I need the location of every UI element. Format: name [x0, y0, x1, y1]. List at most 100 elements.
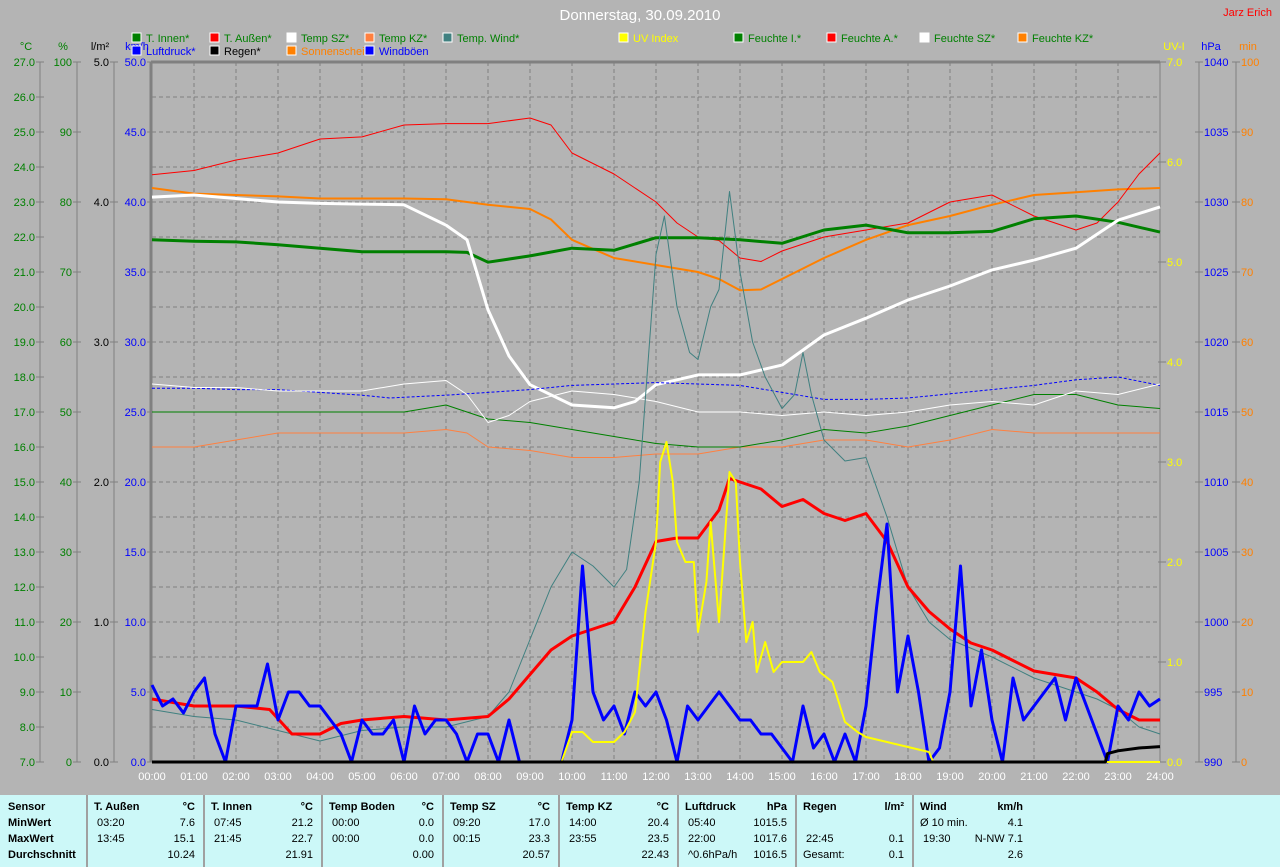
axis-tick-label-kmh: 40.0 [125, 197, 146, 209]
stats-group-header: Regen [803, 801, 837, 813]
stats-row-label: Durchschnitt [8, 849, 76, 861]
stats-group-unit: °C [656, 801, 669, 813]
x-tick-label: 11:00 [601, 771, 628, 783]
axis-tick-label-kmh: 30.0 [125, 337, 146, 349]
axis-tick-label-C: 15.0 [14, 477, 35, 489]
x-tick-label: 08:00 [474, 771, 502, 783]
axis-tick-label-uv: 4.0 [1167, 357, 1182, 369]
x-tick-label: 22:00 [1062, 771, 1090, 783]
stats-group-header: Temp Boden [329, 801, 395, 813]
axis-tick-label-C: 26.0 [14, 92, 35, 104]
x-tick-label: 10:00 [558, 771, 586, 783]
axis-tick-label-C: 12.0 [14, 582, 35, 594]
axis-tick-label-C: 7.0 [20, 757, 35, 769]
x-tick-label: 16:00 [810, 771, 838, 783]
axis-tick-label-hpa: 1000 [1204, 617, 1228, 629]
axis-tick-label-hpa: 990 [1204, 757, 1222, 769]
stats-value: 15.1 [173, 833, 195, 845]
stats-value: 0.00 [412, 849, 434, 861]
axis-tick-label-lm2: 1.0 [94, 617, 109, 629]
stats-time: 23:55 [569, 833, 597, 845]
stats-group-header: T. Innen [211, 801, 252, 813]
stats-time: 00:15 [453, 833, 481, 845]
axis-tick-label-pct: 20 [60, 617, 72, 629]
axis-tick-label-hpa: 1030 [1204, 197, 1228, 209]
axis-tick-label-min: 50 [1241, 407, 1253, 419]
stats-group: Temp Boden °C 00:00 0.0 00:00 0.0 0.00 [322, 795, 444, 867]
legend-swatch [733, 32, 744, 43]
stats-value: 0.1 [888, 833, 904, 845]
axis-tick-label-C: 24.0 [14, 162, 35, 174]
legend-label: T. Außen* [224, 33, 272, 45]
stats-time: 07:45 [214, 817, 242, 829]
axis-tick-label-C: 17.0 [14, 407, 35, 419]
stats-time: 22:45 [806, 833, 834, 845]
axis-tick-label-kmh: 35.0 [125, 267, 146, 279]
legend-swatch [364, 32, 375, 43]
legend-swatch [442, 32, 453, 43]
axis-unit-pct: % [58, 41, 68, 53]
legend-label: Feuchte KZ* [1032, 33, 1094, 45]
legend-label: Temp KZ* [379, 33, 428, 45]
x-tick-label: 04:00 [306, 771, 334, 783]
x-tick-label: 21:00 [1020, 771, 1048, 783]
legend-swatch [131, 32, 142, 43]
axis-tick-label-C: 9.0 [20, 687, 35, 699]
axis-tick-label-min: 10 [1241, 687, 1253, 699]
axis-tick-label-hpa: 1005 [1204, 547, 1228, 559]
stats-group-header: Wind [920, 801, 947, 813]
stats-row-label: MaxWert [8, 833, 54, 845]
x-tick-label: 15:00 [768, 771, 796, 783]
stats-value: 1016.5 [753, 849, 787, 861]
axis-tick-label-pct: 40 [60, 477, 72, 489]
axis-unit-lm2: l/m² [91, 41, 110, 53]
axes: °C 7.0 8.0 9.0 10.0 11.0 12.0 13.0 14.0 15.0 16.0 1… [14, 41, 1260, 769]
axis-tick-label-hpa: 1015 [1204, 407, 1228, 419]
stats-group-header: Luftdruck [685, 801, 736, 813]
stats-group-header: T. Außen [94, 801, 140, 813]
axis-tick-label-C: 25.0 [14, 127, 35, 139]
legend-swatch [826, 32, 837, 43]
stats-time: 21:45 [214, 833, 242, 845]
axis-tick-label-min: 60 [1241, 337, 1253, 349]
stats-group-unit: l/m² [884, 801, 904, 813]
axis-tick-label-min: 80 [1241, 197, 1253, 209]
legend-swatch [209, 45, 220, 56]
legend-swatch [209, 32, 220, 43]
stats-value: 10.24 [167, 849, 195, 861]
axis-tick-label-uv: 5.0 [1167, 257, 1182, 269]
stats-time: 22:00 [688, 833, 716, 845]
axis-tick-label-pct: 80 [60, 197, 72, 209]
legend-label: Sonnenschein [301, 46, 371, 58]
legend-label: Feuchte I.* [748, 33, 802, 45]
stats-group-unit: hPa [766, 801, 787, 813]
axis-tick-label-C: 23.0 [14, 197, 35, 209]
axis-tick-label-pct: 30 [60, 547, 72, 559]
x-tick-label: 07:00 [432, 771, 460, 783]
axis-tick-label-lm2: 0.0 [94, 757, 109, 769]
stats-group: Wind km/h Ø 10 min. 4.1 19:30 N-NW 7.1 2.6 [913, 795, 1031, 867]
legend-label: Feuchte SZ* [934, 33, 996, 45]
legend-swatch [919, 32, 930, 43]
axis-tick-label-kmh: 45.0 [125, 127, 146, 139]
legend-label: Temp SZ* [301, 33, 350, 45]
axis-tick-label-kmh: 10.0 [125, 617, 146, 629]
axis-tick-label-hpa: 995 [1204, 687, 1222, 699]
stats-value: 0.1 [888, 849, 904, 861]
axis-tick-label-hpa: 1020 [1204, 337, 1228, 349]
axis-tick-label-min: 0 [1241, 757, 1247, 769]
stats-time: Ø 10 min. [920, 817, 968, 829]
stats-value: 1017.6 [753, 833, 787, 845]
stats-value: 7.6 [179, 817, 195, 829]
legend-swatch [286, 45, 297, 56]
axis-tick-label-uv: 2.0 [1167, 557, 1182, 569]
legend-label: Luftdruck* [146, 46, 196, 58]
x-tick-label: 20:00 [978, 771, 1006, 783]
axis-tick-label-min: 40 [1241, 477, 1253, 489]
x-tick-label: 01:00 [180, 771, 208, 783]
statistics-table: Sensor MinWert MaxWert Durchschnitt T. Außen… [0, 795, 1280, 867]
stats-time: 03:20 [97, 817, 125, 829]
stats-time: 00:00 [332, 833, 360, 845]
axis-tick-label-C: 13.0 [14, 547, 35, 559]
axis-tick-label-C: 19.0 [14, 337, 35, 349]
